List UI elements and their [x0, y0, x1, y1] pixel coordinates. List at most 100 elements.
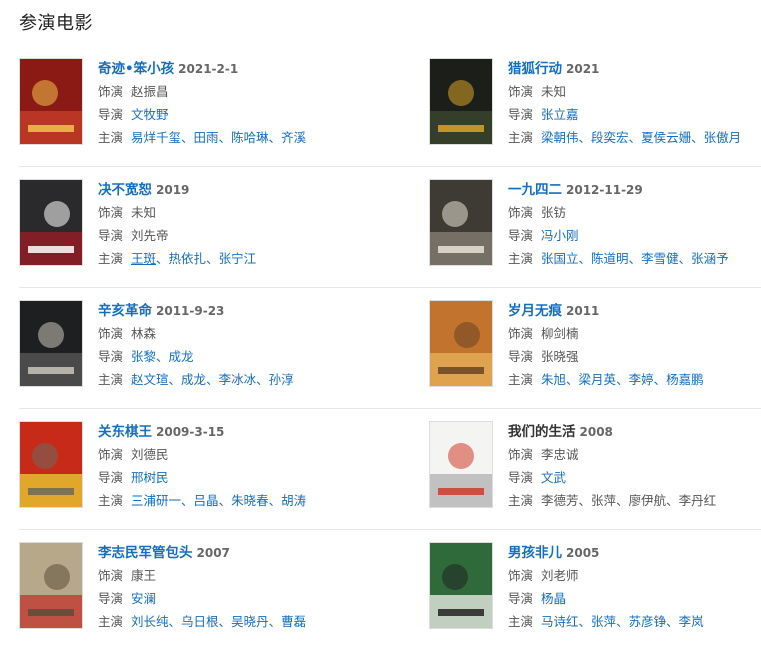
person-link[interactable]: 马诗红: [541, 614, 579, 629]
film-director: 导演 张黎、成龙: [98, 345, 358, 368]
film-title-link[interactable]: 关东棋王: [98, 424, 152, 440]
person-link[interactable]: 李婷: [629, 372, 654, 387]
film-title-link[interactable]: 岁月无痕: [508, 303, 562, 319]
person-link[interactable]: 田雨: [194, 130, 219, 145]
person-link[interactable]: 安澜: [131, 591, 156, 606]
person-link[interactable]: 张傲月: [704, 130, 742, 145]
film-role-label: 饰演: [98, 326, 124, 341]
film-card: 猎狐行动 2021 饰演 未知 导演 张立嘉 主演 梁朝伟、段奕宏、夏侯云姗、张傲月: [429, 58, 759, 154]
film-title-line: 关东棋王 2009-3-15: [98, 421, 358, 443]
film-poster-image[interactable]: [429, 421, 493, 508]
person-link[interactable]: 杨晶: [541, 591, 566, 606]
person-link[interactable]: 文牧野: [131, 107, 169, 122]
person-link[interactable]: 冯小刚: [541, 228, 579, 243]
film-title-link[interactable]: 猎狐行动: [508, 61, 562, 77]
person-link[interactable]: 三浦研一: [131, 493, 181, 508]
person-link[interactable]: 张国立: [541, 251, 579, 266]
film-release-date: 2011-9-23: [156, 304, 225, 318]
person-link[interactable]: 朱旭: [541, 372, 566, 387]
film-poster-image[interactable]: [19, 179, 83, 266]
person-link[interactable]: 胡涛: [281, 493, 306, 508]
film-row: 奇迹•笨小孩 2021-2-1 饰演 赵振昌 导演 文牧野 主演 易烊千玺、田雨、陈哈琳、齐溪…: [19, 58, 761, 179]
film-poster-image[interactable]: [19, 542, 83, 629]
person-link[interactable]: 赵文瑄: [131, 372, 169, 387]
film-row: 决不宽恕 2019 饰演 未知 导演 刘先帝 主演 王斑、热依扎、张宁江 一九四二 2012-11…: [19, 179, 761, 300]
person-link[interactable]: 热依扎: [169, 251, 207, 266]
film-title-link: 我们的生活: [508, 424, 576, 440]
person-link[interactable]: 李冰冰: [219, 372, 257, 387]
name-separator: 、: [566, 372, 579, 387]
person-link[interactable]: 杨嘉鹏: [666, 372, 704, 387]
person-link[interactable]: 段奕宏: [591, 130, 629, 145]
person-link[interactable]: 乌日根: [181, 614, 219, 629]
person-link[interactable]: 张黎、成龙: [131, 349, 194, 364]
film-poster-image[interactable]: [429, 58, 493, 145]
film-stars-label: 主演: [98, 372, 124, 387]
film-title-link[interactable]: 辛亥革命: [98, 303, 152, 319]
row-divider: [19, 529, 761, 530]
person-link[interactable]: 李雪健: [641, 251, 679, 266]
person-link[interactable]: 吕晶: [194, 493, 219, 508]
name-separator: 、: [256, 372, 269, 387]
film-poster-image[interactable]: [429, 542, 493, 629]
person-link[interactable]: 张涵予: [691, 251, 729, 266]
person-link[interactable]: 刘长纯: [131, 614, 169, 629]
person-link[interactable]: 夏侯云姗: [641, 130, 691, 145]
person-link[interactable]: 齐溪: [281, 130, 306, 145]
film-release-date: 2021-2-1: [178, 62, 239, 76]
person-link[interactable]: 成龙: [181, 372, 206, 387]
name-separator: 、: [206, 251, 219, 266]
film-row: 关东棋王 2009-3-15 饰演 刘德民 导演 邢树民 主演 三浦研一、吕晶、朱晓春、胡涛我…: [19, 421, 761, 542]
film-role: 饰演 张钫: [508, 201, 761, 224]
person-link[interactable]: 朱晓春: [231, 493, 269, 508]
person-link[interactable]: 孙淳: [269, 372, 294, 387]
person-link[interactable]: 邢树民: [131, 470, 169, 485]
film-role: 饰演 赵振昌: [98, 80, 358, 103]
person-link[interactable]: 张宁江: [219, 251, 257, 266]
film-title-link[interactable]: 男孩非儿: [508, 545, 562, 561]
person-link[interactable]: 李岚: [679, 614, 704, 629]
person-link[interactable]: 梁朝伟: [541, 130, 579, 145]
film-poster-image[interactable]: [19, 58, 83, 145]
name-separator: 、: [218, 493, 232, 508]
film-card: 岁月无痕 2011 饰演 柳剑楠 导演 张晓强 主演 朱旭、梁月英、李婷、杨嘉鹏: [429, 300, 759, 396]
name-separator: 、: [218, 614, 232, 629]
name-separator: 、: [268, 493, 282, 508]
name-separator: 、: [653, 372, 667, 387]
film-title-link[interactable]: 奇迹•笨小孩: [98, 61, 174, 77]
person-link[interactable]: 苏彦铮: [629, 614, 667, 629]
person-link[interactable]: 张立嘉: [541, 107, 579, 122]
name-separator: 、: [628, 251, 642, 266]
film-poster-image[interactable]: [19, 421, 83, 508]
person-link[interactable]: 陈哈琳: [231, 130, 269, 145]
film-role-label: 饰演: [508, 205, 534, 220]
film-info: 辛亥革命 2011-9-23 饰演 林森 导演 张黎、成龙 主演 赵文瑄、成龙、李冰冰、孙淳: [98, 300, 358, 391]
person-link[interactable]: 易烊千玺: [131, 130, 181, 145]
film-title-line: 猎狐行动 2021: [508, 58, 761, 80]
film-card: 奇迹•笨小孩 2021-2-1 饰演 赵振昌 导演 文牧野 主演 易烊千玺、田雨、陈哈琳、齐溪: [19, 58, 349, 154]
film-poster-image[interactable]: [429, 300, 493, 387]
film-title-line: 决不宽恕 2019: [98, 179, 358, 201]
row-divider: [19, 408, 761, 409]
film-title-link[interactable]: 决不宽恕: [98, 182, 152, 198]
film-director: 导演 张晓强: [508, 345, 761, 368]
person-link[interactable]: 陈道明: [591, 251, 629, 266]
person-link[interactable]: 曹磊: [281, 614, 306, 629]
person-link[interactable]: 张萍: [591, 614, 616, 629]
name-separator: 、: [578, 130, 592, 145]
film-stars: 主演 赵文瑄、成龙、李冰冰、孙淳: [98, 368, 358, 391]
person-link[interactable]: 吴晓丹: [231, 614, 269, 629]
person-name: 刘先帝: [131, 228, 169, 243]
film-title-line: 一九四二 2012-11-29: [508, 179, 761, 201]
film-director-label: 导演: [98, 591, 124, 606]
film-info: 男孩非儿 2005 饰演 刘老师 导演 杨晶 主演 马诗红、张萍、苏彦铮、李岚: [508, 542, 761, 633]
film-poster-image[interactable]: [19, 300, 83, 387]
person-link[interactable]: 文武: [541, 470, 566, 485]
name-separator: 、: [168, 614, 182, 629]
person-link[interactable]: 王斑: [131, 251, 156, 266]
film-title-link[interactable]: 一九四二: [508, 182, 562, 198]
film-role-label: 饰演: [98, 447, 124, 462]
film-poster-image[interactable]: [429, 179, 493, 266]
film-title-link[interactable]: 李志民军管包头: [98, 545, 193, 561]
person-link[interactable]: 梁月英: [579, 372, 617, 387]
